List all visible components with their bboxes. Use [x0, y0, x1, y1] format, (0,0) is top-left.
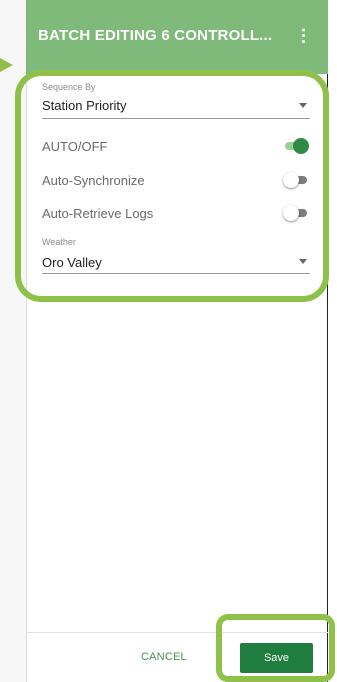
settings-highlight-outline — [15, 70, 329, 302]
pointer-arrow-icon — [0, 58, 13, 72]
kebab-menu-icon[interactable]: ⋮ — [295, 27, 312, 44]
save-button[interactable]: Save — [240, 643, 313, 673]
cancel-button[interactable]: CANCEL — [141, 651, 187, 663]
page-title: BATCH EDITING 6 CONTROLL... — [38, 27, 273, 44]
panel-header: BATCH EDITING 6 CONTROLL... ⋮ — [26, 0, 328, 74]
